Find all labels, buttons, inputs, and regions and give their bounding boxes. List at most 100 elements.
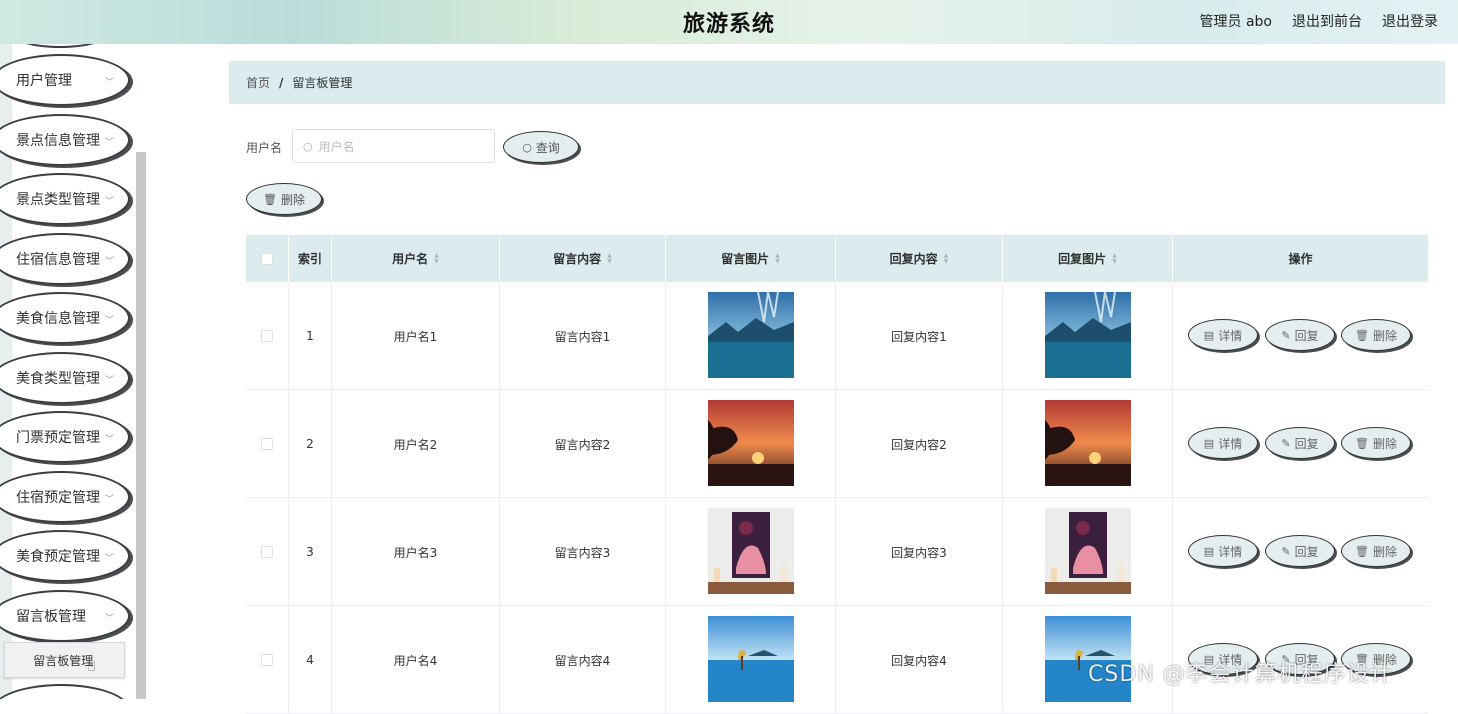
search-icon: ○ xyxy=(522,140,532,154)
sidebar-item-lodging[interactable]: 住宿信息管理 ﹀ xyxy=(0,233,130,285)
reply-image[interactable] xyxy=(1044,399,1131,489)
sidebar-item-lodging-booking[interactable]: 住宿预定管理 ﹀ xyxy=(0,471,130,523)
message-image[interactable] xyxy=(707,291,794,381)
header-reply[interactable]: 回复内容 ▲ ▼ xyxy=(836,235,1003,282)
cell-text: 用户名1 xyxy=(393,329,438,344)
row-image[interactable] xyxy=(666,498,836,606)
document-icon: ▤ xyxy=(1203,544,1215,558)
header-label: 用户名 xyxy=(392,252,429,266)
detail-label: 详情 xyxy=(1218,328,1243,343)
row-index: 4 xyxy=(289,606,332,714)
sidebar-item-food-booking[interactable]: 美食预定管理 ﹀ xyxy=(0,530,130,582)
select-all-checkbox[interactable] xyxy=(261,252,273,265)
sidebar-item-partial-bottom xyxy=(0,684,130,699)
header-checkbox-cell xyxy=(246,235,289,282)
cell-text: 回复内容2 xyxy=(891,437,947,452)
message-image[interactable] xyxy=(707,615,794,705)
detail-button[interactable]: ▤ 详情 xyxy=(1188,427,1258,459)
cell-text: 用户名2 xyxy=(393,437,438,452)
delete-button[interactable]: 🗑 删除 xyxy=(1341,535,1411,567)
reply-label: 回复 xyxy=(1294,436,1319,451)
sidebar-item-attractions[interactable]: 景点信息管理 ﹀ xyxy=(0,114,130,166)
sort-icon[interactable]: ▲ ▼ xyxy=(607,252,612,265)
row-reply-image[interactable] xyxy=(1003,282,1173,390)
row-username: 用户名1 xyxy=(332,282,500,390)
row-ops: ▤ 详情 ✎ 回复 🗑 删除 xyxy=(1173,282,1428,390)
row-reply: 回复内容2 xyxy=(836,390,1003,498)
sidebar-item-attraction-types[interactable]: 景点类型管理 ﹀ xyxy=(0,173,130,225)
chevron-down-icon: ﹀ xyxy=(104,78,114,88)
reply-image[interactable] xyxy=(1044,507,1131,597)
cell-text: 回复内容1 xyxy=(891,329,947,344)
breadcrumb-home[interactable]: 首页 xyxy=(246,74,270,91)
row-reply-image[interactable] xyxy=(1003,390,1173,498)
sidebar-scrollbar[interactable] xyxy=(136,152,146,699)
detail-button[interactable]: ▤ 详情 xyxy=(1188,535,1258,567)
sort-icon[interactable]: ▲ ▼ xyxy=(434,252,439,265)
sort-icon[interactable]: ▲ ▼ xyxy=(1112,252,1117,265)
cell-text: 回复内容3 xyxy=(891,545,947,560)
breadcrumb-current: 留言板管理 xyxy=(292,76,353,90)
header-username[interactable]: 用户名 ▲ ▼ xyxy=(332,235,500,282)
row-checkbox-cell xyxy=(246,498,289,606)
sidebar-item-message-board[interactable]: 留言板管理 ﹀ xyxy=(0,590,130,642)
cell-text: 留言内容2 xyxy=(554,437,611,452)
header-reply-image[interactable]: 回复图片 ▲ ▼ xyxy=(1003,235,1173,282)
trash-icon: 🗑 xyxy=(1355,436,1369,450)
chevron-down-icon: ﹀ xyxy=(104,197,114,207)
message-image[interactable] xyxy=(707,399,794,489)
search-input[interactable]: ○ 用户名 xyxy=(292,129,495,163)
header-label: 留言图片 xyxy=(721,252,770,266)
breadcrumb-separator: / xyxy=(279,75,284,90)
delete-button[interactable]: 🗑 删除 xyxy=(1341,319,1411,351)
header-label: 操作 xyxy=(1288,252,1313,266)
sidebar-item-label: 美食预定管理 xyxy=(16,549,100,565)
row-checkbox-cell xyxy=(246,282,289,390)
sidebar-item-users[interactable]: 用户管理 ﹀ xyxy=(0,54,130,106)
sidebar-item-partial-top xyxy=(10,44,110,48)
row-checkbox[interactable] xyxy=(261,438,273,450)
row-reply-image[interactable] xyxy=(1003,498,1173,606)
header-links: 管理员 abo 退出到前台 退出登录 xyxy=(1200,11,1438,31)
sidebar-item-food-types[interactable]: 美食类型管理 ﹀ xyxy=(0,352,130,404)
search-button[interactable]: ○ 查询 xyxy=(503,131,579,163)
reply-image[interactable] xyxy=(1044,291,1131,381)
header-index: 索引 xyxy=(289,235,332,282)
reply-label: 回复 xyxy=(1294,544,1319,559)
chevron-down-icon: ﹀ xyxy=(104,614,114,624)
delete-button[interactable]: 🗑 删除 xyxy=(1341,427,1411,459)
row-username: 用户名2 xyxy=(332,390,500,498)
detail-button[interactable]: ▤ 详情 xyxy=(1188,319,1258,351)
sidebar-item-label: 景点信息管理 xyxy=(16,133,100,149)
sidebar-item-ticket-booking[interactable]: 门票预定管理 ﹀ xyxy=(0,411,130,463)
sidebar-item-food[interactable]: 美食信息管理 ﹀ xyxy=(0,292,130,344)
logout-link[interactable]: 退出登录 xyxy=(1382,11,1438,31)
header-label: 留言内容 xyxy=(553,252,602,266)
row-checkbox[interactable] xyxy=(261,654,273,666)
header-content[interactable]: 留言内容 ▲ ▼ xyxy=(500,235,666,282)
header-image[interactable]: 留言图片 ▲ ▼ xyxy=(666,235,836,282)
reply-button[interactable]: ✎ 回复 xyxy=(1265,319,1335,351)
chevron-down-icon: ﹀ xyxy=(104,138,114,148)
search-label: 用户名 xyxy=(246,141,283,155)
row-image[interactable] xyxy=(666,282,836,390)
row-image[interactable] xyxy=(666,390,836,498)
sort-icon[interactable]: ▲ ▼ xyxy=(944,252,949,265)
submenu-message-board[interactable]: 留言板管理 ☝ xyxy=(4,642,125,678)
row-checkbox[interactable] xyxy=(261,330,273,342)
edit-icon: ✎ xyxy=(1281,436,1291,450)
sort-icon[interactable]: ▲ ▼ xyxy=(775,252,780,265)
cell-text: 留言内容1 xyxy=(554,329,611,344)
batch-delete-button[interactable]: 🗑 删除 xyxy=(246,183,322,215)
sidebar-item-label: 住宿预定管理 xyxy=(16,490,100,506)
hand-cursor-icon: ☝ xyxy=(87,659,96,675)
row-checkbox[interactable] xyxy=(261,546,273,558)
exit-to-front-link[interactable]: 退出到前台 xyxy=(1292,11,1362,31)
search-button-label: 查询 xyxy=(535,140,560,155)
top-header: 旅游系统 管理员 abo 退出到前台 退出登录 xyxy=(0,0,1458,44)
reply-button[interactable]: ✎ 回复 xyxy=(1265,535,1335,567)
row-image[interactable] xyxy=(666,606,836,714)
message-image[interactable] xyxy=(707,507,794,597)
reply-button[interactable]: ✎ 回复 xyxy=(1265,427,1335,459)
row-username: 用户名3 xyxy=(332,498,500,606)
